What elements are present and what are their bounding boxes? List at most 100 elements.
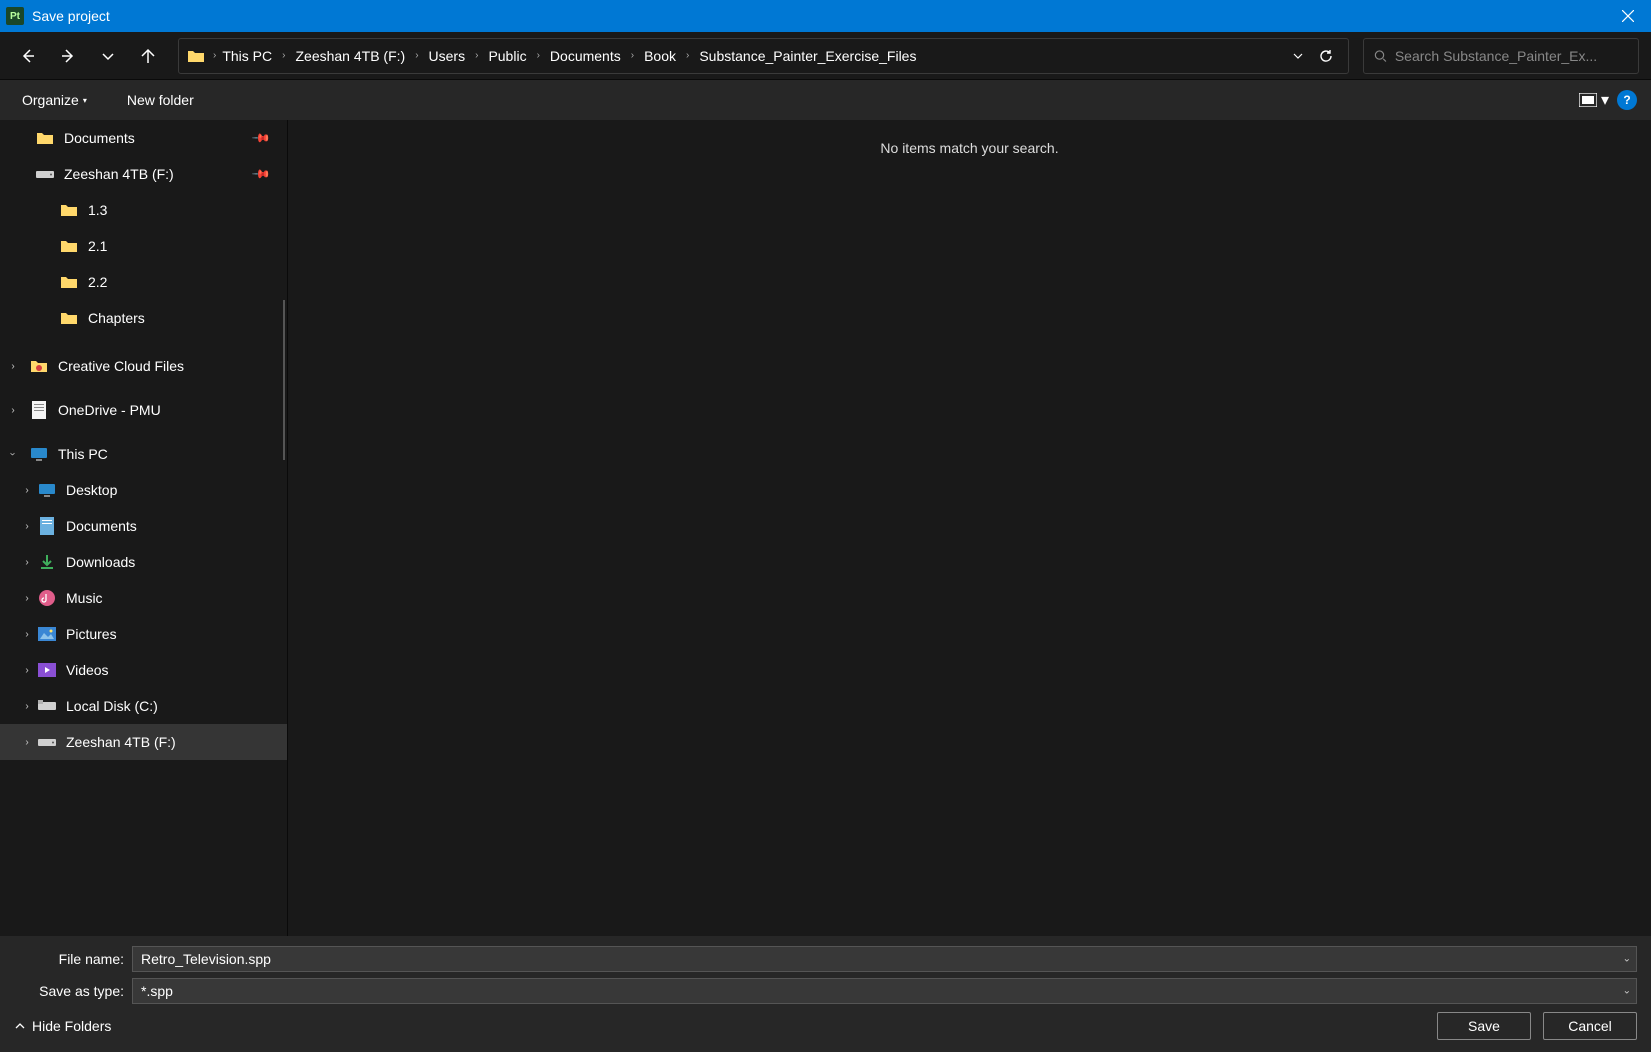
up-button[interactable] bbox=[132, 40, 164, 72]
save-button[interactable]: Save bbox=[1437, 1012, 1531, 1040]
cancel-button[interactable]: Cancel bbox=[1543, 1012, 1637, 1040]
tree-label: OneDrive - PMU bbox=[58, 402, 161, 418]
bottom-panel: File name: ⌄ Save as type: ⌄ Hide Folder… bbox=[0, 936, 1651, 1052]
crumb-exercise-files[interactable]: Substance_Painter_Exercise_Files bbox=[695, 46, 920, 66]
chevron-right-icon: › bbox=[280, 50, 287, 61]
address-history-button[interactable] bbox=[1284, 42, 1312, 70]
tree-item-this-pc[interactable]: › This PC bbox=[0, 436, 287, 472]
expand-icon[interactable]: › bbox=[20, 735, 34, 749]
chevron-right-icon: › bbox=[535, 50, 542, 61]
tree-label: Downloads bbox=[66, 554, 135, 570]
pc-icon bbox=[30, 445, 48, 463]
close-button[interactable] bbox=[1605, 0, 1651, 32]
tree-item-onedrive[interactable]: › OneDrive - PMU bbox=[0, 392, 287, 428]
folder-icon bbox=[60, 273, 78, 291]
crumb-documents[interactable]: Documents bbox=[546, 46, 625, 66]
crumb-book[interactable]: Book bbox=[640, 46, 680, 66]
tree-item-folder[interactable]: 1.3 bbox=[0, 192, 287, 228]
chevron-right-icon: › bbox=[413, 50, 420, 61]
hide-folders-button[interactable]: Hide Folders bbox=[14, 1018, 111, 1034]
filetype-select[interactable] bbox=[132, 978, 1637, 1004]
close-icon bbox=[1622, 10, 1634, 22]
tree-item-music[interactable]: › Music bbox=[0, 580, 287, 616]
tree-item-local-disk-c[interactable]: › Local Disk (C:) bbox=[0, 688, 287, 724]
expand-icon[interactable]: › bbox=[6, 359, 20, 373]
tree-item-documents[interactable]: Documents 📌 bbox=[0, 120, 287, 156]
scrollbar-indicator bbox=[283, 300, 285, 460]
search-input[interactable] bbox=[1395, 48, 1628, 64]
chevron-down-icon bbox=[1292, 50, 1304, 62]
filename-row: File name: ⌄ bbox=[14, 946, 1637, 972]
tree-item-folder[interactable]: Chapters bbox=[0, 300, 287, 336]
tree-item-folder[interactable]: 2.1 bbox=[0, 228, 287, 264]
hide-folders-label: Hide Folders bbox=[32, 1018, 111, 1034]
new-folder-label: New folder bbox=[127, 92, 194, 108]
tree-item-drive-f[interactable]: › Zeeshan 4TB (F:) bbox=[0, 724, 287, 760]
folder-icon bbox=[187, 47, 205, 65]
expand-icon[interactable]: › bbox=[20, 699, 34, 713]
tree-item-downloads[interactable]: › Downloads bbox=[0, 544, 287, 580]
file-list-area[interactable]: No items match your search. bbox=[288, 120, 1651, 936]
crumb-public[interactable]: Public bbox=[484, 46, 530, 66]
expand-icon[interactable]: › bbox=[6, 403, 20, 417]
crumb-users[interactable]: Users bbox=[425, 46, 470, 66]
filetype-row: Save as type: ⌄ bbox=[14, 978, 1637, 1004]
tree-label: Local Disk (C:) bbox=[66, 698, 158, 714]
new-folder-button[interactable]: New folder bbox=[119, 86, 202, 114]
expand-icon[interactable]: › bbox=[20, 483, 34, 497]
tree-item-videos[interactable]: › Videos bbox=[0, 652, 287, 688]
crumb-this-pc[interactable]: This PC bbox=[218, 46, 276, 66]
window-title: Save project bbox=[32, 8, 110, 24]
tree-item-folder[interactable]: 2.2 bbox=[0, 264, 287, 300]
refresh-button[interactable] bbox=[1312, 42, 1340, 70]
view-button[interactable]: ▾ bbox=[1579, 90, 1609, 110]
tree-label: Desktop bbox=[66, 482, 117, 498]
file-icon bbox=[30, 401, 48, 419]
nav-tree[interactable]: Documents 📌 Zeeshan 4TB (F:) 📌 1.3 2.1 2… bbox=[0, 120, 288, 936]
breadcrumb: This PC › Zeeshan 4TB (F:) › Users › Public… bbox=[218, 46, 1284, 66]
tree-label: 2.2 bbox=[88, 274, 107, 290]
help-button[interactable]: ? bbox=[1617, 90, 1637, 110]
tree-label: Documents bbox=[66, 518, 137, 534]
tree-item-drive-f[interactable]: Zeeshan 4TB (F:) 📌 bbox=[0, 156, 287, 192]
organize-button[interactable]: Organize▾ bbox=[14, 86, 95, 114]
tree-item-pictures[interactable]: › Pictures bbox=[0, 616, 287, 652]
filename-input[interactable] bbox=[132, 946, 1637, 972]
forward-button[interactable] bbox=[52, 40, 84, 72]
pin-icon: 📌 bbox=[251, 128, 271, 148]
title-bar: Pt Save project bbox=[0, 0, 1651, 32]
chevron-down-icon bbox=[100, 48, 116, 64]
address-bar[interactable]: › This PC› Zeeshan 4TB (F:)› Users› Publ… bbox=[178, 38, 1349, 74]
expand-icon[interactable]: › bbox=[20, 627, 34, 641]
desktop-icon bbox=[38, 481, 56, 499]
chevron-up-icon bbox=[14, 1020, 26, 1032]
expand-icon[interactable]: › bbox=[20, 519, 34, 533]
arrow-left-icon bbox=[20, 48, 36, 64]
nav-bar: › This PC› Zeeshan 4TB (F:)› Users› Publ… bbox=[0, 32, 1651, 80]
back-button[interactable] bbox=[12, 40, 44, 72]
collapse-icon[interactable]: › bbox=[6, 447, 20, 461]
expand-icon[interactable]: › bbox=[20, 663, 34, 677]
search-box[interactable] bbox=[1363, 38, 1639, 74]
tree-label: Zeeshan 4TB (F:) bbox=[64, 166, 174, 182]
tree-item-documents[interactable]: › Documents bbox=[0, 508, 287, 544]
tree-item-desktop[interactable]: › Desktop bbox=[0, 472, 287, 508]
arrow-right-icon bbox=[60, 48, 76, 64]
expand-icon[interactable]: › bbox=[20, 555, 34, 569]
drive-icon bbox=[38, 733, 56, 751]
tree-label: Pictures bbox=[66, 626, 117, 642]
music-icon bbox=[38, 589, 56, 607]
pin-icon: 📌 bbox=[251, 164, 271, 184]
tree-item-creative-cloud[interactable]: › Creative Cloud Files bbox=[0, 348, 287, 384]
chevron-right-icon: › bbox=[211, 50, 218, 61]
dialog-body: Documents 📌 Zeeshan 4TB (F:) 📌 1.3 2.1 2… bbox=[0, 120, 1651, 936]
caret-down-icon: ▾ bbox=[1601, 90, 1609, 110]
expand-icon[interactable]: › bbox=[20, 591, 34, 605]
drive-icon bbox=[36, 165, 54, 183]
tree-label: Creative Cloud Files bbox=[58, 358, 184, 374]
tree-label: Documents bbox=[64, 130, 135, 146]
recent-button[interactable] bbox=[92, 40, 124, 72]
tree-label: Zeeshan 4TB (F:) bbox=[66, 734, 176, 750]
refresh-icon bbox=[1318, 48, 1334, 64]
crumb-drive[interactable]: Zeeshan 4TB (F:) bbox=[291, 46, 409, 66]
